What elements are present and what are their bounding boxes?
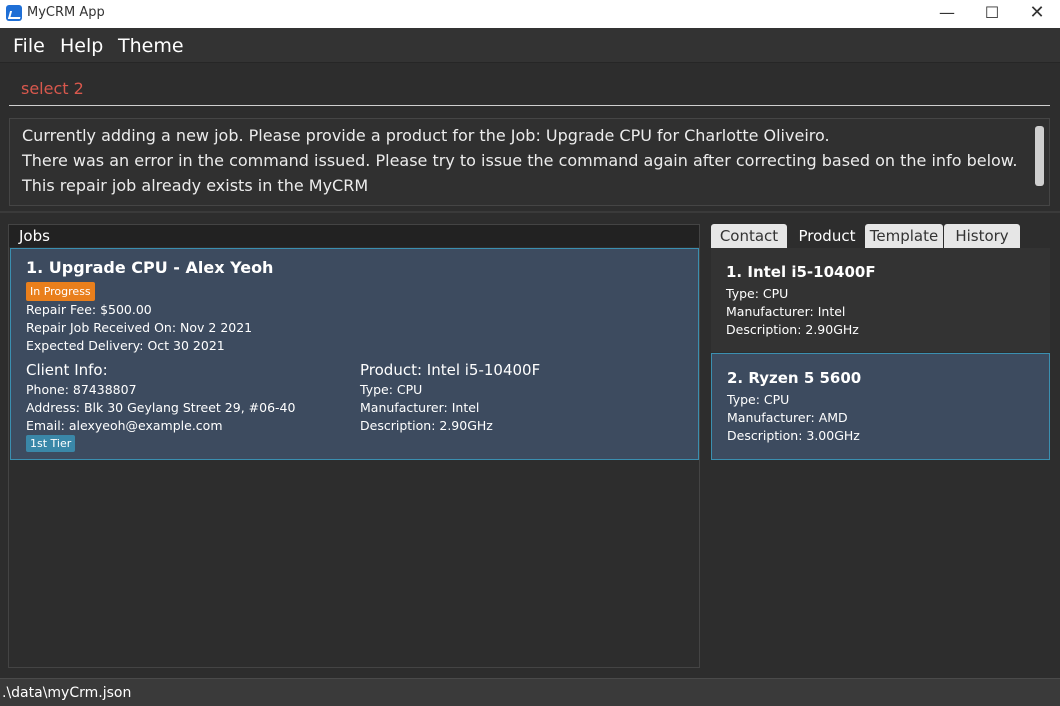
client-email: Email: alexyeoh@example.com <box>26 418 223 433</box>
result-line: This repair job already exists in the My… <box>22 176 369 195</box>
product-description: Description: 3.00GHz <box>727 428 860 443</box>
menu-bar: File Help Theme <box>0 28 1060 63</box>
job-product-title: Product: Intel i5-10400F <box>360 361 541 379</box>
window-title: MyCRM App <box>27 5 105 20</box>
product-description: Description: 2.90GHz <box>726 322 859 337</box>
tab-template[interactable]: Template <box>865 224 943 248</box>
job-product-manufacturer: Manufacturer: Intel <box>360 400 480 415</box>
tab-product[interactable]: Product <box>789 224 865 248</box>
minimize-button[interactable]: — <box>924 0 970 28</box>
menu-help[interactable]: Help <box>60 35 103 57</box>
close-button[interactable]: ✕ <box>1014 0 1060 28</box>
job-repair-fee: Repair Fee: $500.00 <box>26 302 152 317</box>
job-title: 1. Upgrade CPU - Alex Yeoh <box>26 258 274 277</box>
product-manufacturer: Manufacturer: Intel <box>726 304 846 319</box>
tab-contact[interactable]: Contact <box>711 224 787 248</box>
status-bar: .\data\myCrm.json <box>0 678 1060 706</box>
product-type: Type: CPU <box>727 392 790 407</box>
result-scrollbar[interactable] <box>1035 126 1044 186</box>
jobs-panel: Jobs 1. Upgrade CPU - Alex Yeoh In Progr… <box>8 224 700 668</box>
title-bar: MyCRM App — ☐ ✕ <box>0 0 1060 28</box>
job-product-type: Type: CPU <box>360 382 423 397</box>
job-product-description: Description: 2.90GHz <box>360 418 493 433</box>
client-phone: Phone: 87438807 <box>26 382 137 397</box>
result-line: There was an error in the command issued… <box>22 151 1018 170</box>
main-area: Jobs 1. Upgrade CPU - Alex Yeoh In Progr… <box>0 215 1060 678</box>
product-name: 2. Ryzen 5 5600 <box>727 369 862 387</box>
result-display: Currently adding a new job. Please provi… <box>9 118 1050 206</box>
menu-theme[interactable]: Theme <box>118 35 184 57</box>
tab-bar: Contact Product Template History <box>711 224 1050 248</box>
product-manufacturer: Manufacturer: AMD <box>727 410 848 425</box>
jobs-header: Jobs <box>9 225 699 247</box>
product-card-selected[interactable]: 2. Ryzen 5 5600 Type: CPU Manufacturer: … <box>711 353 1050 460</box>
job-card[interactable]: 1. Upgrade CPU - Alex Yeoh In Progress R… <box>10 248 699 460</box>
result-panel: Currently adding a new job. Please provi… <box>0 112 1060 213</box>
product-card[interactable]: 1. Intel i5-10400F Type: CPU Manufacture… <box>711 248 1050 352</box>
job-received-date: Repair Job Received On: Nov 2 2021 <box>26 320 253 335</box>
tab-history[interactable]: History <box>944 224 1020 248</box>
maximize-button[interactable]: ☐ <box>969 0 1015 28</box>
app-logo-icon <box>6 5 22 21</box>
product-name: 1. Intel i5-10400F <box>726 263 876 281</box>
product-list: 1. Intel i5-10400F Type: CPU Manufacture… <box>711 248 1050 661</box>
client-address: Address: Blk 30 Geylang Street 29, #06-4… <box>26 400 296 415</box>
menu-file[interactable]: File <box>13 35 45 57</box>
client-info-title: Client Info: <box>26 361 108 379</box>
client-tier-badge: 1st Tier <box>26 435 76 452</box>
data-file-path: .\data\myCrm.json <box>2 685 132 701</box>
status-badge: In Progress <box>26 282 95 301</box>
command-box: select 2 <box>0 64 1060 112</box>
job-expected-delivery: Expected Delivery: Oct 30 2021 <box>26 338 225 353</box>
product-type: Type: CPU <box>726 286 789 301</box>
result-line: Currently adding a new job. Please provi… <box>22 126 830 145</box>
command-input[interactable]: select 2 <box>9 72 1050 106</box>
